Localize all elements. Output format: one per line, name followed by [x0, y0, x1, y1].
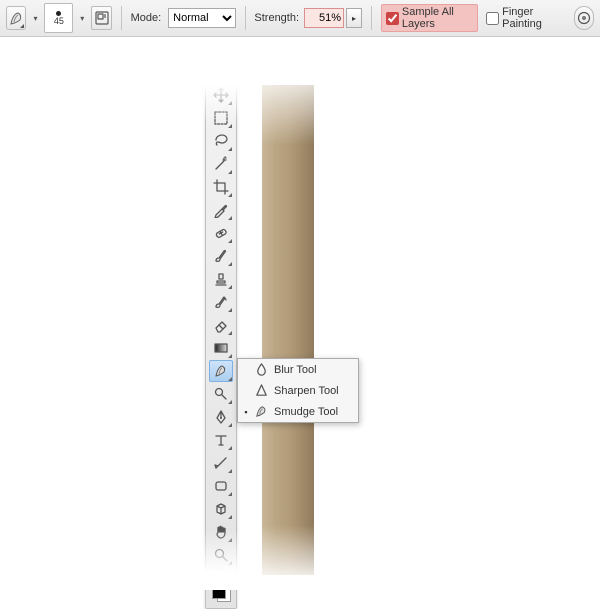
path-tool[interactable] [209, 452, 233, 474]
current-tool-smudge-icon[interactable] [6, 6, 26, 30]
brush-size-value: 45 [54, 17, 64, 26]
hand-tool[interactable] [209, 521, 233, 543]
healing-tool[interactable] [209, 222, 233, 244]
lasso-tool[interactable] [209, 130, 233, 152]
mode-label: Mode: [131, 12, 162, 24]
wand-tool[interactable] [209, 153, 233, 175]
sample-all-layers-label: Sample All Layers [402, 6, 473, 30]
flyout-item-label: Smudge Tool [274, 406, 338, 418]
canvas[interactable] [200, 65, 450, 585]
type-tool[interactable] [209, 429, 233, 451]
stamp-tool[interactable] [209, 268, 233, 290]
tool-preset-arrow-icon[interactable]: ▾ [30, 14, 40, 23]
eraser-tool[interactable] [209, 314, 233, 336]
tablet-pressure-size-button[interactable] [574, 6, 594, 30]
gradient-tool[interactable] [209, 337, 233, 359]
flyout-item-sharpen-tool[interactable]: Sharpen Tool [238, 380, 358, 401]
strength-input[interactable] [304, 8, 344, 28]
flyout-item-smudge-tool[interactable]: ▪Smudge Tool [238, 401, 358, 422]
finger-painting-checkbox[interactable]: Finger Painting [482, 5, 565, 31]
wood-texture [262, 85, 314, 575]
marquee-tool[interactable] [209, 107, 233, 129]
strength-label: Strength: [254, 12, 299, 24]
flyout-item-blur-tool[interactable]: Blur Tool [238, 359, 358, 380]
brush-picker[interactable]: 45 [44, 3, 73, 33]
history-brush-tool[interactable] [209, 291, 233, 313]
eyedropper-tool[interactable] [209, 199, 233, 221]
swatch-controls[interactable]: ⤢▪▫ [210, 567, 232, 578]
finger-painting-label: Finger Painting [502, 6, 561, 30]
tools-panel: ⤢▪▫ [205, 80, 237, 609]
3d-tool[interactable] [209, 498, 233, 520]
shape-tool[interactable] [209, 475, 233, 497]
brush-picker-arrow-icon[interactable]: ▾ [77, 14, 87, 23]
brush-tool[interactable] [209, 245, 233, 267]
zoom-tool[interactable] [209, 544, 233, 566]
options-bar: ▾ 45 ▾ Mode: Normal Strength: ▸ Sample A… [0, 0, 600, 37]
move-tool[interactable] [209, 84, 233, 106]
pen-tool[interactable] [209, 406, 233, 428]
color-swatches[interactable] [211, 584, 231, 602]
smudge-tool-flyout: Blur Tool Sharpen Tool ▪Smudge Tool [237, 358, 359, 423]
smudge-tool[interactable] [209, 360, 233, 382]
crop-tool[interactable] [209, 176, 233, 198]
sample-all-layers-checkbox[interactable]: Sample All Layers [381, 4, 478, 32]
flyout-item-label: Blur Tool [274, 364, 317, 376]
flyout-item-label: Sharpen Tool [274, 385, 339, 397]
dodge-tool[interactable] [209, 383, 233, 405]
strength-flyout-arrow-icon[interactable]: ▸ [346, 8, 362, 28]
mode-select[interactable]: Normal [168, 8, 235, 28]
brush-panel-toggle[interactable] [91, 6, 111, 30]
